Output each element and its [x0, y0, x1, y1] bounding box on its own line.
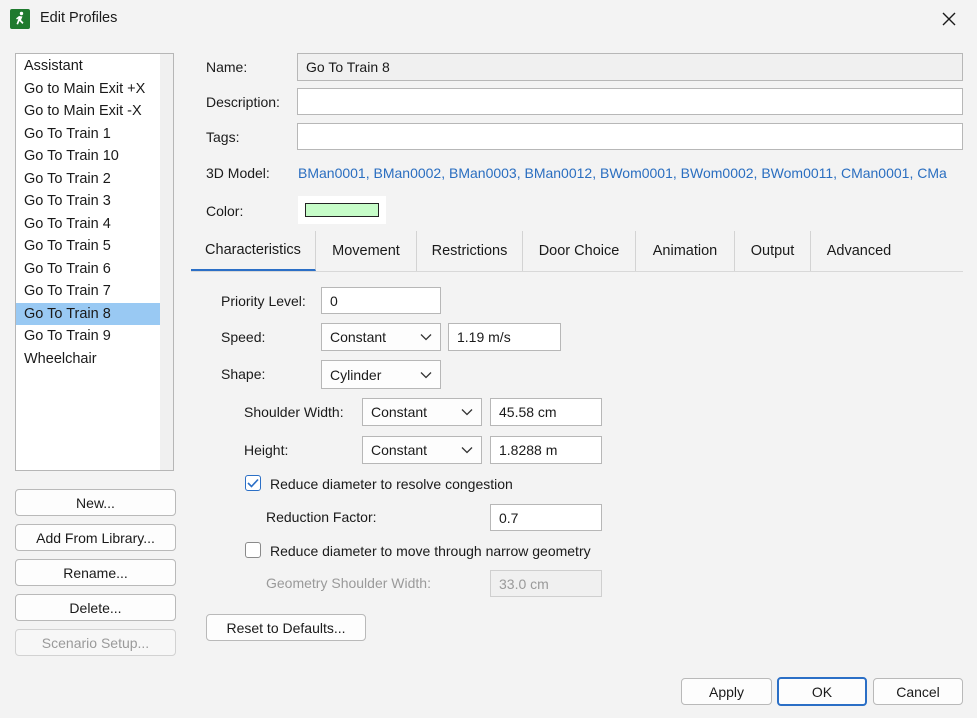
description-field[interactable]: [297, 88, 963, 115]
window-title: Edit Profiles: [40, 10, 118, 26]
reduce-congestion-checkbox[interactable]: [245, 475, 261, 491]
close-button[interactable]: [932, 4, 966, 34]
ok-button[interactable]: OK: [777, 677, 867, 706]
title-bar: [0, 0, 977, 38]
close-icon: [942, 12, 956, 26]
shoulder-mode-value: Constant: [371, 404, 428, 420]
speed-mode-value: Constant: [330, 329, 387, 345]
profile-list-item[interactable]: Go to Main Exit +X: [16, 78, 162, 100]
add-from-library-button[interactable]: Add From Library...: [15, 524, 176, 551]
color-swatch: [305, 203, 379, 217]
reduce-congestion-label[interactable]: Reduce diameter to resolve congestion: [270, 476, 513, 492]
app-runner-icon: [10, 9, 30, 29]
cancel-button[interactable]: Cancel: [873, 678, 963, 705]
color-label: Color:: [206, 203, 244, 219]
geometry-shoulder-label: Geometry Shoulder Width:: [266, 575, 431, 591]
profile-list-item[interactable]: Go To Train 10: [16, 145, 162, 167]
profile-list-item-selected[interactable]: Go To Train 8: [16, 302, 162, 325]
description-label: Description:: [206, 94, 280, 110]
new-profile-button[interactable]: New...: [15, 489, 176, 516]
tags-field[interactable]: [297, 123, 963, 150]
shoulder-width-label: Shoulder Width:: [244, 404, 344, 420]
tab-movement[interactable]: Movement: [316, 231, 417, 271]
profile-list-item[interactable]: Go To Train 4: [16, 213, 162, 235]
priority-field[interactable]: 0: [321, 287, 441, 314]
shape-select[interactable]: Cylinder: [321, 360, 441, 389]
chevron-down-icon: [420, 371, 432, 378]
reduction-factor-field[interactable]: 0.7: [490, 504, 602, 531]
speed-field[interactable]: 1.19 m/s: [448, 323, 561, 351]
reduction-factor-label: Reduction Factor:: [266, 509, 377, 525]
height-label: Height:: [244, 442, 289, 458]
model-label: 3D Model:: [206, 165, 270, 181]
height-mode-value: Constant: [371, 442, 428, 458]
scenario-setup-button: Scenario Setup...: [15, 629, 176, 656]
model-link[interactable]: BMan0001, BMan0002, BMan0003, BMan0012, …: [298, 165, 963, 181]
chevron-down-icon: [461, 447, 473, 454]
chevron-down-icon: [420, 334, 432, 341]
apply-button[interactable]: Apply: [681, 678, 772, 705]
shoulder-width-field[interactable]: 45.58 cm: [490, 398, 602, 426]
profile-list-item[interactable]: Go To Train 2: [16, 168, 162, 190]
tab-animation[interactable]: Animation: [636, 231, 735, 271]
profile-list-item[interactable]: Go To Train 7: [16, 280, 162, 302]
profile-list[interactable]: Assistant Go to Main Exit +X Go to Main …: [15, 53, 174, 471]
tags-label: Tags:: [206, 129, 240, 145]
height-mode-select[interactable]: Constant: [362, 436, 482, 464]
tab-door-choice[interactable]: Door Choice: [523, 231, 636, 271]
name-label: Name:: [206, 59, 248, 75]
tab-advanced[interactable]: Advanced: [811, 231, 907, 271]
profile-list-item[interactable]: Wheelchair: [16, 348, 162, 370]
profile-list-item[interactable]: Assistant: [16, 55, 162, 77]
checkmark-icon: [247, 478, 259, 488]
reduce-narrow-geometry-label[interactable]: Reduce diameter to move through narrow g…: [270, 543, 591, 559]
tab-characteristics[interactable]: Characteristics: [191, 231, 316, 271]
tab-bar: Characteristics Movement Restrictions Do…: [191, 231, 963, 271]
name-field[interactable]: Go To Train 8: [297, 53, 963, 81]
profile-list-scrollbar[interactable]: [160, 54, 173, 470]
profile-list-item[interactable]: Go To Train 1: [16, 123, 162, 145]
profile-list-item[interactable]: Go To Train 9: [16, 325, 162, 347]
tab-divider: [191, 271, 963, 272]
speed-mode-select[interactable]: Constant: [321, 323, 441, 351]
delete-button[interactable]: Delete...: [15, 594, 176, 621]
shoulder-mode-select[interactable]: Constant: [362, 398, 482, 426]
profile-list-item[interactable]: Go To Train 5: [16, 235, 162, 257]
reduce-narrow-geometry-checkbox[interactable]: [245, 542, 261, 558]
height-field[interactable]: 1.8288 m: [490, 436, 602, 464]
tab-restrictions[interactable]: Restrictions: [417, 231, 523, 271]
shape-label: Shape:: [221, 366, 266, 382]
tab-output[interactable]: Output: [735, 231, 811, 271]
profile-list-item[interactable]: Go To Train 6: [16, 258, 162, 280]
geometry-shoulder-field: 33.0 cm: [490, 570, 602, 597]
shape-value: Cylinder: [330, 366, 382, 383]
speed-label: Speed:: [221, 329, 266, 345]
rename-button[interactable]: Rename...: [15, 559, 176, 586]
profile-list-item[interactable]: Go To Train 3: [16, 190, 162, 212]
chevron-down-icon: [461, 409, 473, 416]
reset-defaults-button[interactable]: Reset to Defaults...: [206, 614, 366, 641]
priority-label: Priority Level:: [221, 293, 306, 309]
profile-list-item[interactable]: Go to Main Exit -X: [16, 100, 162, 122]
